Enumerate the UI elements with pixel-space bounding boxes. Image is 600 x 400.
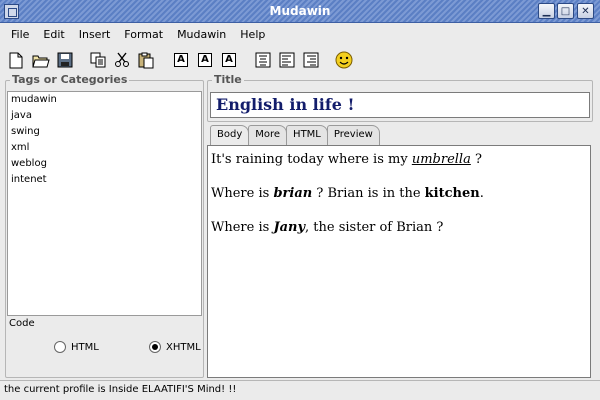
text-a-icon: A: [198, 53, 212, 67]
editor-link-text: umbrella: [411, 152, 471, 167]
close-icon: ✕: [581, 5, 590, 17]
align-right-icon: [303, 52, 319, 68]
editor-text: It's raining today where is my: [211, 152, 412, 167]
format-a-button-2[interactable]: A: [195, 50, 215, 70]
cut-button[interactable]: [112, 50, 132, 70]
menu-insert[interactable]: Insert: [72, 28, 118, 41]
tag-item[interactable]: weblog: [8, 156, 201, 172]
xhtml-radio-label: XHTML: [166, 341, 201, 353]
minimize-icon: ▁: [542, 5, 551, 17]
editor-line: Where is brian ? Brian is in the kitchen…: [211, 184, 587, 218]
xhtml-radio[interactable]: XHTML: [149, 341, 201, 353]
save-icon: [57, 52, 73, 68]
editor-line: Where is Jany, the sister of Brian ?: [211, 218, 587, 252]
html-radio[interactable]: HTML: [54, 341, 99, 353]
text-a-icon: A: [222, 53, 236, 67]
format-a-button-1[interactable]: A: [171, 50, 191, 70]
tag-item[interactable]: intenet: [8, 172, 201, 188]
tag-item[interactable]: java: [8, 108, 201, 124]
radio-button[interactable]: [54, 341, 66, 353]
tag-item[interactable]: mudawin: [8, 92, 201, 108]
minimize-button[interactable]: ▁: [538, 3, 555, 19]
menu-file[interactable]: File: [0, 28, 36, 41]
editor-bold-text: kitchen: [424, 186, 480, 201]
status-bar: the current profile is Inside ELAATIFI'S…: [0, 380, 600, 400]
menu-bar: File Edit Insert Format Mudawin Help: [0, 23, 600, 45]
toolbar: A A A: [0, 46, 600, 74]
editor-bold-italic-text: Jany: [273, 220, 306, 235]
editor-bold-italic-text: brian: [273, 186, 313, 201]
title-panel-title: Title: [212, 73, 244, 86]
maximize-button[interactable]: □: [557, 3, 574, 19]
align-left-button[interactable]: [277, 50, 297, 70]
html-radio-label: HTML: [71, 341, 99, 353]
tag-item[interactable]: xml: [8, 140, 201, 156]
title-input[interactable]: English in life !: [210, 92, 590, 118]
editor-text: Where is: [211, 186, 274, 201]
smiley-button[interactable]: [334, 50, 354, 70]
open-folder-icon: [32, 55, 50, 67]
tab-more[interactable]: More: [248, 125, 288, 145]
radio-button[interactable]: [149, 341, 161, 353]
editor-text: Where is: [211, 220, 274, 235]
editor-text: , the sister of Brian ?: [305, 220, 444, 235]
close-button[interactable]: ✕: [577, 3, 594, 19]
editor-text: ?: [470, 152, 482, 167]
smiley-icon: [335, 51, 353, 69]
editor-tabs: Body More HTML Preview: [210, 125, 380, 145]
menu-help[interactable]: Help: [233, 28, 272, 41]
title-bar: Mudawin ▁ □ ✕: [0, 0, 600, 23]
menu-mudawin[interactable]: Mudawin: [170, 28, 233, 41]
new-document-icon: [9, 52, 23, 68]
new-document-button[interactable]: [6, 50, 26, 70]
editor-text: .: [479, 186, 484, 201]
tags-panel-title: Tags or Categories: [10, 73, 130, 86]
cut-icon: [115, 52, 129, 67]
align-right-button[interactable]: [301, 50, 321, 70]
open-button[interactable]: [31, 50, 51, 70]
tag-list[interactable]: mudawin java swing xml weblog intenet: [7, 91, 202, 316]
editor-text: ? Brian is in the: [312, 186, 425, 201]
tag-item[interactable]: swing: [8, 124, 201, 140]
copy-icon: [90, 52, 106, 68]
menu-format[interactable]: Format: [117, 28, 170, 41]
tab-preview[interactable]: Preview: [326, 125, 380, 145]
body-editor[interactable]: It's raining today where is my umbrella …: [207, 145, 591, 378]
paste-icon: [138, 52, 154, 68]
format-a-button-3[interactable]: A: [219, 50, 239, 70]
align-center-icon: [255, 52, 271, 68]
tab-body[interactable]: Body: [210, 125, 250, 145]
window-title: Mudawin: [269, 4, 331, 18]
paste-button[interactable]: [136, 50, 156, 70]
code-label: Code: [9, 318, 35, 329]
menu-edit[interactable]: Edit: [36, 28, 71, 41]
copy-button[interactable]: [88, 50, 108, 70]
align-left-icon: [279, 52, 295, 68]
maximize-icon: □: [560, 5, 571, 17]
tab-html[interactable]: HTML: [286, 125, 328, 145]
text-a-icon: A: [174, 53, 188, 67]
editor-line: It's raining today where is my umbrella …: [211, 150, 587, 184]
align-center-button[interactable]: [253, 50, 273, 70]
save-button[interactable]: [55, 50, 75, 70]
